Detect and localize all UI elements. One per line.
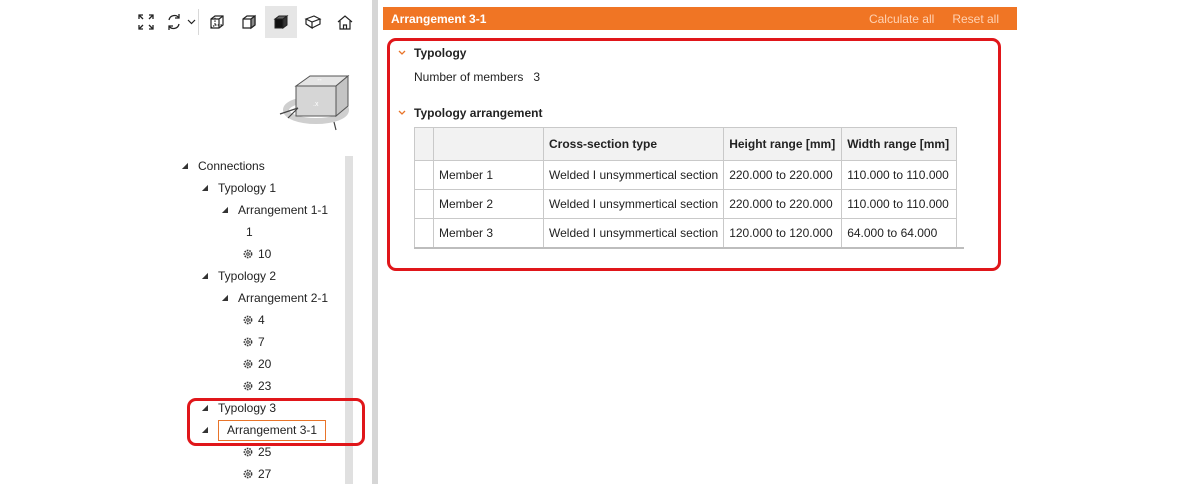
expand-triangle-icon[interactable]: ◢ <box>178 155 192 177</box>
navigation-cube-icon[interactable]: ↔ .x <box>274 66 356 138</box>
gear-icon <box>243 447 253 457</box>
wireframe-view-button[interactable] <box>201 6 233 38</box>
open-box-icon <box>304 15 322 30</box>
gear-icon <box>243 337 253 347</box>
shaded-view-button[interactable] <box>233 6 265 38</box>
shaded-cube-icon <box>242 14 256 30</box>
tree-label: 1 <box>246 225 253 239</box>
chevron-down-icon <box>187 19 195 25</box>
expand-triangle-icon[interactable]: ◢ <box>218 287 232 309</box>
panel-title: Arrangement 3-1 <box>391 11 487 26</box>
tree-label: Typology 1 <box>218 181 277 195</box>
tree-node-item-27[interactable]: 27 <box>242 463 271 484</box>
solid-view-button[interactable] <box>265 6 297 38</box>
tree-label: Typology 2 <box>218 269 277 283</box>
tree-label: 27 <box>258 467 272 481</box>
solid-cube-icon <box>273 15 289 29</box>
svg-text:↔: ↔ <box>316 76 323 83</box>
tree-node-item-20[interactable]: 20 <box>242 353 271 375</box>
open-box-view-button[interactable] <box>297 6 329 38</box>
expand-triangle-icon[interactable]: ◢ <box>218 199 232 221</box>
tree-node-item-1[interactable]: 1 <box>246 221 253 243</box>
expand-triangle-icon[interactable]: ◢ <box>198 177 212 199</box>
tree-label: Arrangement 2-1 <box>238 291 329 305</box>
tree-node-typology-1[interactable]: ◢ Typology 1 <box>198 177 276 199</box>
tree-node-item-23[interactable]: 23 <box>242 375 271 397</box>
tree-node-item-10[interactable]: 10 <box>242 243 271 265</box>
fit-view-icon <box>138 14 154 30</box>
rotate-view-icon <box>168 14 180 30</box>
reset-all-button[interactable]: Reset all <box>952 12 999 26</box>
tree-node-arrangement-2-1[interactable]: ◢ Arrangement 2-1 <box>218 287 328 309</box>
tree-node-item-4[interactable]: 4 <box>242 309 265 331</box>
calculate-all-button[interactable]: Calculate all <box>869 12 934 26</box>
gear-icon <box>243 315 253 325</box>
tree-node-typology-2[interactable]: ◢ Typology 2 <box>198 265 276 287</box>
gear-icon <box>243 469 253 479</box>
rotate-view-dropdown[interactable] <box>186 6 196 38</box>
tree-label: Connections <box>198 159 265 173</box>
panel-title-bar: Arrangement 3-1 Calculate all Reset all <box>383 7 1017 30</box>
view-toolbar <box>130 6 361 38</box>
gear-icon <box>243 381 253 391</box>
tree-node-arrangement-1-1[interactable]: ◢ Arrangement 1-1 <box>218 199 328 221</box>
rotate-view-button[interactable] <box>162 6 186 38</box>
tree-label: 7 <box>258 335 265 349</box>
tree-node-connections[interactable]: ◢ Connections <box>178 155 265 177</box>
toolbar-separator <box>198 9 199 35</box>
tree-label: Arrangement 1-1 <box>238 203 329 217</box>
panel-highlight-annotation <box>387 38 1001 271</box>
home-view-button[interactable] <box>329 6 361 38</box>
gear-icon <box>243 359 253 369</box>
svg-text:.x: .x <box>313 101 319 108</box>
home-icon <box>337 15 353 30</box>
gear-icon <box>243 249 253 259</box>
tree-label: 10 <box>258 247 272 261</box>
tree-node-item-7[interactable]: 7 <box>242 331 265 353</box>
panel-splitter[interactable] <box>372 0 378 484</box>
tree-label: 20 <box>258 357 272 371</box>
tree-label: 23 <box>258 379 272 393</box>
fit-view-button[interactable] <box>130 6 162 38</box>
tree-label: 4 <box>258 313 265 327</box>
expand-triangle-icon[interactable]: ◢ <box>198 265 212 287</box>
wireframe-cube-icon <box>210 15 224 29</box>
tree-highlight-annotation <box>187 398 365 446</box>
